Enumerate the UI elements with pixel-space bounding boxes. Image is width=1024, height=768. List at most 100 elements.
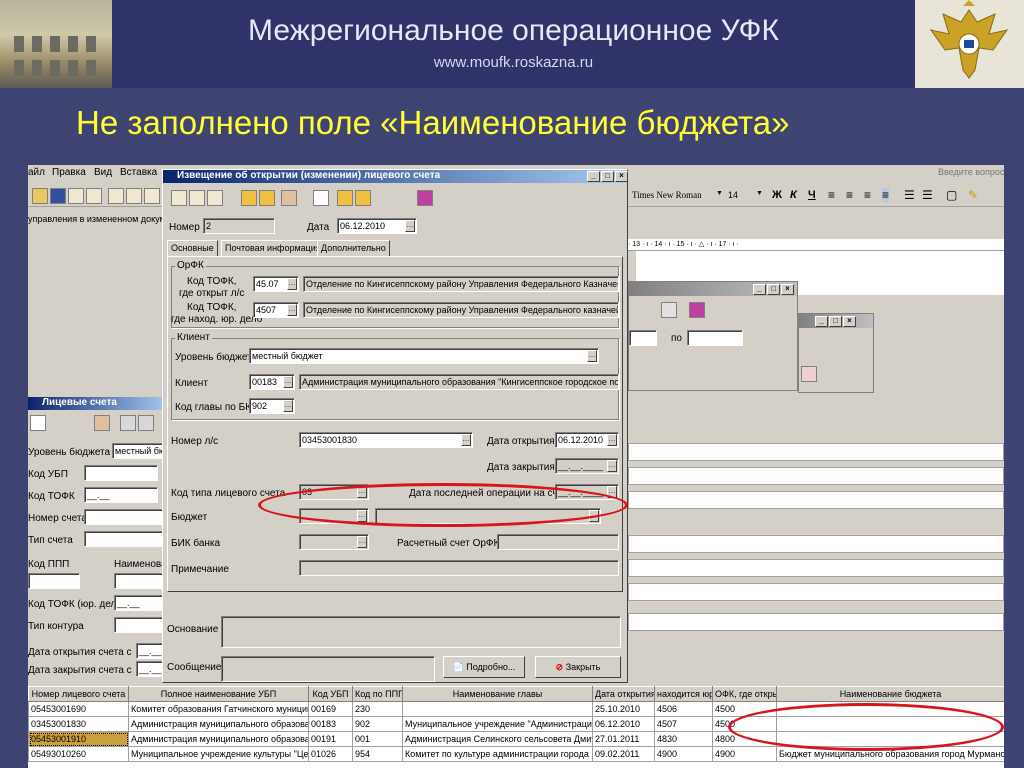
- table-cell[interactable]: 4830: [654, 731, 713, 747]
- doc-copy-icon[interactable]: [207, 190, 223, 206]
- column-header[interactable]: Полное наименование УБП: [128, 686, 309, 702]
- table-cell[interactable]: Комитет образования Гатчинского муницип: [128, 701, 309, 717]
- edit-icon[interactable]: [661, 302, 677, 318]
- table-cell[interactable]: Администрация муниципального образован: [128, 731, 309, 747]
- dialog-minimize-button[interactable]: _: [587, 171, 600, 182]
- acc-contour-field[interactable]: [114, 617, 168, 633]
- numbered-list-icon[interactable]: ☰: [904, 188, 915, 202]
- money-icon[interactable]: [281, 190, 297, 206]
- acc-ppp-field[interactable]: [28, 573, 80, 589]
- budget-level-field[interactable]: местный бюджет…: [249, 348, 599, 364]
- maximize-button-2[interactable]: □: [829, 316, 842, 327]
- doc-search-icon[interactable]: [189, 190, 205, 206]
- dialog-close-button[interactable]: ×: [615, 171, 628, 182]
- tab-main[interactable]: Основные: [167, 240, 218, 257]
- message-field[interactable]: [221, 656, 435, 682]
- book-icon[interactable]: [417, 190, 433, 206]
- back-icon[interactable]: [241, 190, 257, 206]
- table-cell[interactable]: 00169: [308, 701, 353, 717]
- column-header[interactable]: Код УБП: [308, 686, 353, 702]
- tofk-open-name-field[interactable]: Отделение по Кингисеппскому району Управ…: [303, 276, 619, 292]
- email-icon[interactable]: [86, 188, 102, 204]
- filter-to-input[interactable]: [687, 330, 743, 346]
- acc-name-field[interactable]: [114, 573, 168, 589]
- highlight-icon[interactable]: ✎: [968, 188, 978, 202]
- client-code-field[interactable]: 00183…: [249, 374, 295, 390]
- account-number-field[interactable]: 03453001830…: [299, 432, 473, 448]
- table-cell[interactable]: 01026: [308, 746, 353, 762]
- table-cell[interactable]: 25.10.2010: [592, 701, 655, 717]
- delete-icon[interactable]: [801, 366, 817, 382]
- column-header[interactable]: Код по ППП: [352, 686, 403, 702]
- close-dialog-button[interactable]: ⊘ Закрыть: [535, 656, 621, 678]
- table-cell[interactable]: 05453001690: [28, 701, 129, 717]
- tofk-legal-name-field[interactable]: Отделение по Кингисеппскому району Управ…: [303, 302, 619, 318]
- align-left-icon[interactable]: ≡: [828, 188, 835, 202]
- settlement-account-field[interactable]: [497, 534, 619, 550]
- date-field[interactable]: 06.12.2010…: [337, 218, 417, 234]
- acc-number-field[interactable]: [84, 509, 168, 525]
- table-cell[interactable]: Администрация Селинского сельсовета Дмит…: [402, 731, 593, 747]
- close-button[interactable]: ×: [781, 284, 794, 295]
- close-date-field[interactable]: __.__.____…: [555, 458, 619, 474]
- spelling-icon[interactable]: [144, 188, 160, 204]
- folder-icon[interactable]: [337, 190, 353, 206]
- folder-open-icon[interactable]: [355, 190, 371, 206]
- table-cell[interactable]: 4507: [654, 716, 713, 732]
- table-cell[interactable]: Комитет по культуре администрации города…: [402, 746, 593, 762]
- save-icon[interactable]: [50, 188, 66, 204]
- acc-tofk-field[interactable]: __.__: [84, 487, 158, 503]
- client-name-field[interactable]: Администрация муниципального образования…: [299, 374, 619, 390]
- table-cell[interactable]: 05493010260: [28, 746, 129, 762]
- dropdown-icon[interactable]: …: [283, 376, 293, 388]
- dropdown-icon[interactable]: …: [357, 536, 367, 548]
- menu-insert[interactable]: Вставка: [120, 167, 157, 178]
- basis-field[interactable]: [221, 616, 621, 648]
- table-cell[interactable]: Администрация муниципального образован: [128, 716, 309, 732]
- dropdown-icon[interactable]: …: [607, 460, 617, 472]
- date-dropdown-icon[interactable]: …: [405, 220, 415, 232]
- dropdown-icon[interactable]: …: [587, 350, 597, 362]
- note-field[interactable]: [299, 560, 619, 576]
- minimize-button[interactable]: _: [753, 284, 766, 295]
- table-cell[interactable]: 27.01.2011: [592, 731, 655, 747]
- table-cell[interactable]: 00183: [308, 716, 353, 732]
- bullet-list-icon[interactable]: ☰: [922, 188, 933, 202]
- table-cell[interactable]: 03453001830: [28, 716, 129, 732]
- print-icon[interactable]: [108, 188, 124, 204]
- open-icon[interactable]: [32, 188, 48, 204]
- find-next-icon[interactable]: [138, 415, 154, 431]
- permission-icon[interactable]: [68, 188, 84, 204]
- filter-from-input[interactable]: [629, 330, 657, 346]
- align-right-icon[interactable]: ≡: [864, 188, 871, 202]
- dropdown-icon[interactable]: …: [283, 400, 293, 412]
- close-button-2[interactable]: ×: [843, 316, 856, 327]
- new-doc-icon[interactable]: [30, 415, 46, 431]
- table-cell[interactable]: 00191: [308, 731, 353, 747]
- acc-budget-level-field[interactable]: местный бю: [112, 443, 168, 459]
- menu-file[interactable]: айл: [28, 167, 45, 178]
- column-header[interactable]: находится юр: [654, 686, 713, 702]
- font-size-dropdown-icon[interactable]: ▼: [756, 190, 763, 197]
- menu-view[interactable]: Вид: [94, 167, 112, 178]
- number-field[interactable]: 2: [203, 218, 275, 234]
- table-cell[interactable]: 09.02.2011: [592, 746, 655, 762]
- preview-icon[interactable]: [126, 188, 142, 204]
- acc-ubp-field[interactable]: [84, 465, 158, 481]
- tofk-open-code-field[interactable]: 45.07…: [253, 276, 299, 292]
- table-cell[interactable]: 4900: [712, 746, 777, 762]
- dropdown-icon[interactable]: …: [461, 434, 471, 446]
- font-name-select[interactable]: Times New Roman: [630, 188, 722, 203]
- table-cell[interactable]: 902: [352, 716, 403, 732]
- acc-type-field[interactable]: [84, 531, 168, 547]
- maximize-button[interactable]: □: [767, 284, 780, 295]
- border-icon[interactable]: ▢: [946, 188, 957, 202]
- column-header[interactable]: Наименование бюджета: [776, 686, 1004, 702]
- tab-additional[interactable]: Дополнительно: [317, 240, 390, 256]
- acc-tofk-legal-field[interactable]: __.__: [114, 595, 168, 611]
- minimize-button-2[interactable]: _: [815, 316, 828, 327]
- menu-edit[interactable]: Правка: [52, 167, 86, 178]
- open-date-field[interactable]: 06.12.2010…: [555, 432, 619, 448]
- justify-icon[interactable]: ≡: [882, 188, 890, 202]
- table-cell[interactable]: 230: [352, 701, 403, 717]
